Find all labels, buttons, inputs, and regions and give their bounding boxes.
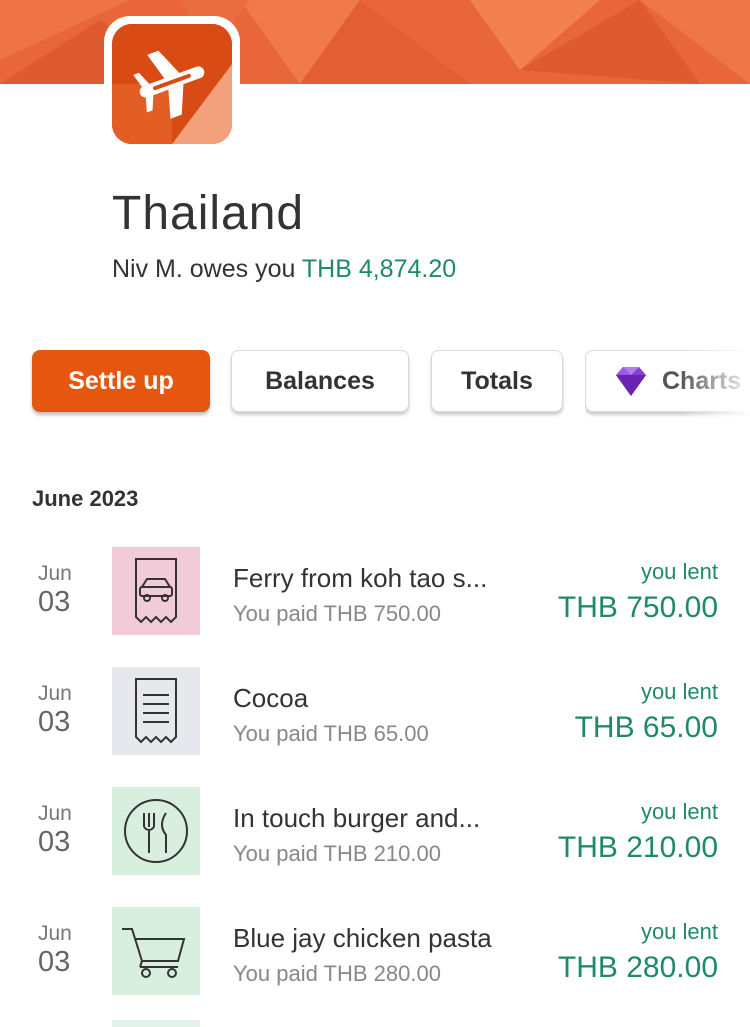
dining-icon (112, 787, 200, 875)
expense-lent-amount: THB 750.00 (557, 591, 718, 624)
expense-month: Jun (38, 562, 72, 585)
expense-description: Blue jay chicken pasta (233, 923, 492, 953)
expense-status: you lent (640, 919, 718, 944)
expense-month: Jun (38, 922, 72, 945)
gem-icon (614, 364, 648, 398)
expense-month: Jun (38, 802, 72, 825)
balance-prefix: Niv M. owes you (112, 255, 296, 283)
receipt-icon (112, 667, 200, 755)
expense-row[interactable]: Jun 03 Cocoa You paid THB 65.00 you lent… (0, 667, 750, 767)
expense-description: Ferry from koh tao s... (233, 563, 488, 593)
expense-lent-amount: THB 280.00 (557, 951, 718, 984)
expense-status: you lent (640, 559, 718, 584)
expense-description: Cocoa (233, 683, 309, 713)
group-balance-summary: Niv M. owes you THB 4,874.20 (112, 255, 456, 284)
settle-up-button[interactable]: Settle up (32, 350, 210, 412)
expense-description: In touch burger and... (233, 803, 481, 833)
totals-button[interactable]: Totals (431, 350, 563, 412)
scroll-fade (680, 350, 750, 418)
balance-amount: THB 4,874.20 (301, 255, 457, 283)
expense-status: you lent (640, 799, 718, 824)
expense-day: 03 (38, 586, 71, 618)
expense-paid-by: You paid THB 750.00 (233, 601, 441, 626)
expense-paid-by: You paid THB 65.00 (233, 721, 429, 746)
car-receipt-icon (112, 547, 200, 635)
group-name: Thailand (112, 187, 305, 240)
expense-lent-amount: THB 210.00 (557, 831, 718, 864)
expense-row[interactable]: Jun 03 Blue jay chicken pasta You paid T… (0, 907, 750, 1007)
expense-status: you lent (640, 679, 718, 704)
expense-day: 03 (38, 946, 71, 978)
charts-button-container: Charts (585, 350, 750, 418)
expense-lent-amount: THB 65.00 (574, 711, 718, 744)
next-row-category-icon (112, 1020, 200, 1027)
expense-day: 03 (38, 706, 71, 738)
expense-paid-by: You paid THB 210.00 (233, 841, 441, 866)
month-section-header: June 2023 (32, 486, 139, 511)
expense-paid-by: You paid THB 280.00 (233, 961, 441, 986)
expense-row[interactable]: Jun 03 In touch burger and... You paid T… (0, 787, 750, 887)
expense-month: Jun (38, 682, 72, 705)
balances-button[interactable]: Balances (231, 350, 409, 412)
expense-row[interactable]: Jun 03 Ferry from koh tao s... You paid … (0, 547, 750, 647)
group-avatar[interactable] (104, 16, 240, 152)
shopping-cart-icon (112, 907, 200, 995)
expense-day: 03 (38, 826, 71, 858)
